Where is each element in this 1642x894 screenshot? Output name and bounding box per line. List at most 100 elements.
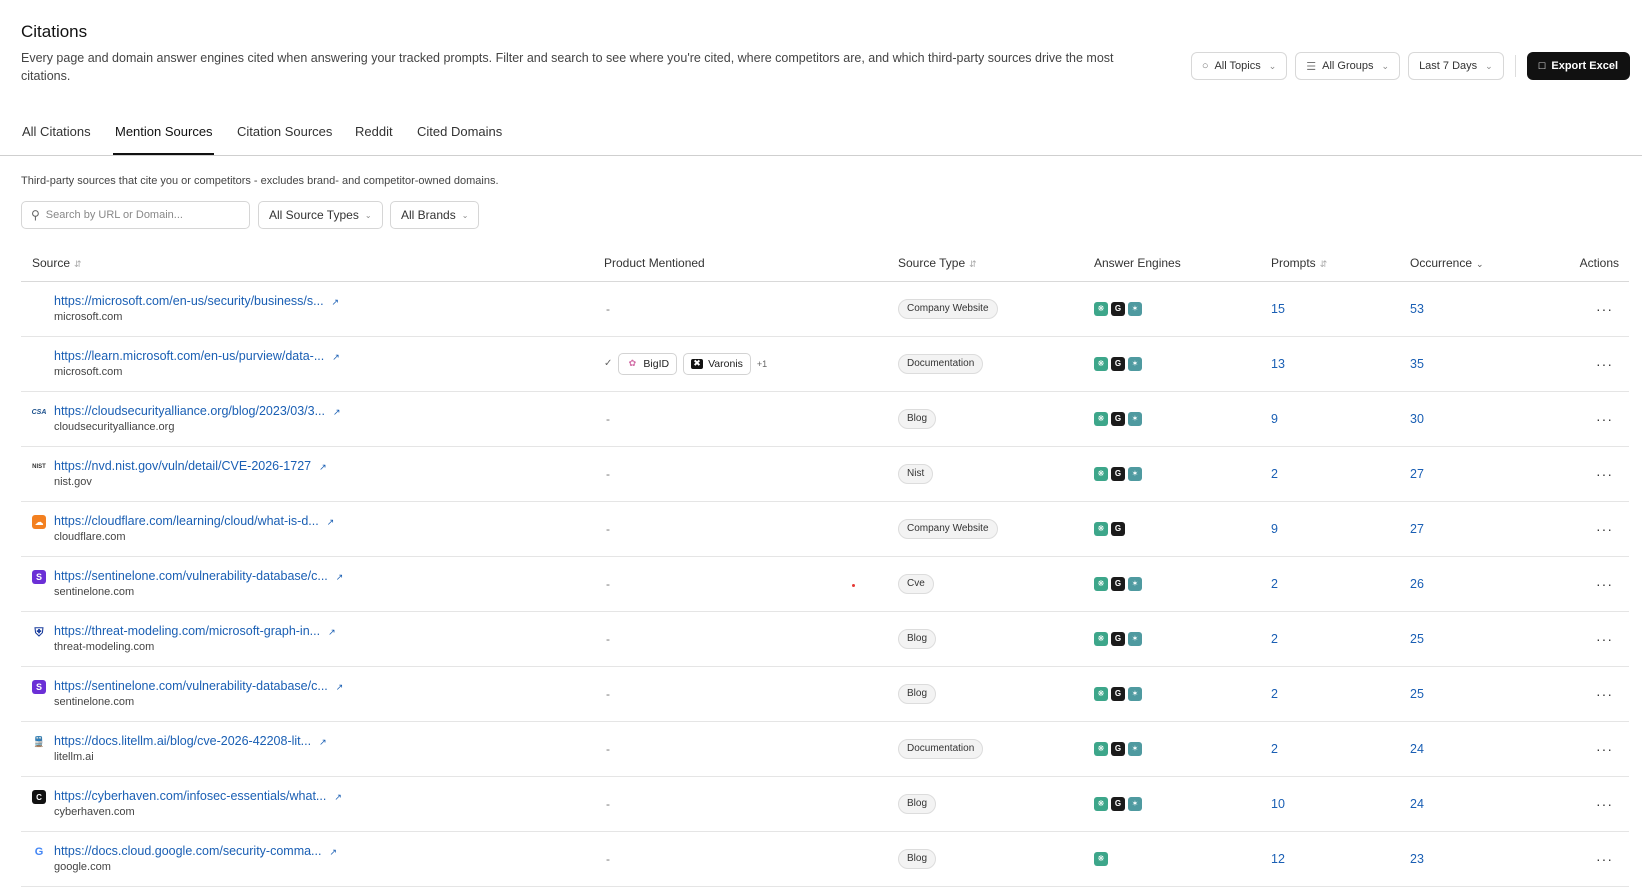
occurrence-count[interactable]: 24 <box>1410 797 1424 811</box>
source-url-link[interactable]: https://cyberhaven.com/infosec-essential… <box>54 789 342 803</box>
more-actions-icon[interactable]: ··· <box>1596 851 1613 867</box>
source-url-link[interactable]: https://threat-modeling.com/microsoft-gr… <box>54 624 336 638</box>
groups-filter[interactable]: ☰ All Groups ⌄ <box>1295 52 1401 80</box>
prompts-count[interactable]: 12 <box>1271 852 1285 866</box>
product-mentioned: - <box>606 411 610 426</box>
table-row[interactable]: ☁ https://cloudflare.com/learning/cloud/… <box>21 501 1629 557</box>
source-url-link[interactable]: https://cloudflare.com/learning/cloud/wh… <box>54 514 334 528</box>
table-row[interactable]: S https://sentinelone.com/vulnerability-… <box>21 556 1629 612</box>
tab-cited-domains[interactable]: Cited Domains <box>417 124 502 139</box>
product-mentioned: - <box>606 851 610 866</box>
column-source[interactable]: Source ⇵ <box>21 245 604 282</box>
prompts-count[interactable]: 2 <box>1271 742 1278 756</box>
prompts-count[interactable]: 9 <box>1271 412 1278 426</box>
brands-filter[interactable]: All Brands ⌄ <box>390 201 480 229</box>
source-cell: https://microsoft.com/en-us/security/bus… <box>21 294 604 323</box>
date-range-filter[interactable]: Last 7 Days ⌄ <box>1408 52 1504 80</box>
more-actions-icon[interactable]: ··· <box>1596 576 1613 592</box>
more-actions-icon[interactable]: ··· <box>1596 301 1613 317</box>
more-actions-icon[interactable]: ··· <box>1596 411 1613 427</box>
chatgpt-icon: ❋ <box>1094 521 1108 536</box>
more-actions-icon[interactable]: ··· <box>1596 686 1613 702</box>
source-type-filter[interactable]: All Source Types ⌄ <box>258 201 383 229</box>
column-source-type[interactable]: Source Type ⇵ <box>898 245 1094 282</box>
prompts-count[interactable]: 2 <box>1271 577 1278 591</box>
table-row[interactable]: ⛨ https://threat-modeling.com/microsoft-… <box>21 611 1629 667</box>
prompts-count[interactable]: 9 <box>1271 522 1278 536</box>
occurrence-count[interactable]: 30 <box>1410 412 1424 426</box>
source-url-link[interactable]: https://sentinelone.com/vulnerability-da… <box>54 569 343 583</box>
chevron-down-icon: ⌄ <box>461 210 469 220</box>
sources-table: Source ⇵ Product Mentioned Source Type ⇵ A… <box>21 245 1629 887</box>
tab-all-citations[interactable]: All Citations <box>22 124 91 139</box>
occurrence-count[interactable]: 26 <box>1410 577 1424 591</box>
topics-filter[interactable]: ○ All Topics ⌄ <box>1190 52 1288 80</box>
source-url-link[interactable]: https://docs.litellm.ai/blog/cve-2026-42… <box>54 734 327 748</box>
table-row[interactable]: G https://docs.cloud.google.com/security… <box>21 831 1629 887</box>
occurrence-count[interactable]: 27 <box>1410 522 1424 536</box>
table-row[interactable]: NIST https://nvd.nist.gov/vuln/detail/CV… <box>21 446 1629 502</box>
source-domain: cloudsecurityalliance.org <box>54 421 175 433</box>
chatgpt-icon: ❋ <box>1094 411 1108 426</box>
column-prompts[interactable]: Prompts ⇵ <box>1271 245 1410 282</box>
prompts-count[interactable]: 15 <box>1271 302 1285 316</box>
occurrence-count[interactable]: 25 <box>1410 687 1424 701</box>
prompts-count[interactable]: 2 <box>1271 632 1278 646</box>
occurrence-count[interactable]: 53 <box>1410 302 1424 316</box>
more-actions-icon[interactable]: ··· <box>1596 796 1613 812</box>
source-type-filter-label: All Source Types <box>269 208 359 222</box>
answer-engines: ❋ G ✶ <box>1094 411 1271 426</box>
answer-engines: ❋ G ✶ <box>1094 796 1271 811</box>
more-products-count[interactable]: +1 <box>757 359 767 369</box>
prompts-count[interactable]: 13 <box>1271 357 1285 371</box>
more-actions-icon[interactable]: ··· <box>1596 356 1613 372</box>
more-actions-icon[interactable]: ··· <box>1596 521 1613 537</box>
source-url-link[interactable]: https://microsoft.com/en-us/security/bus… <box>54 294 339 308</box>
product-mentioned: - <box>606 466 610 481</box>
table-row[interactable]: https://learn.microsoft.com/en-us/purvie… <box>21 336 1629 392</box>
google-ai-icon: G <box>1111 631 1125 646</box>
table-row[interactable]: C https://cyberhaven.com/infosec-essenti… <box>21 776 1629 832</box>
more-actions-icon[interactable]: ··· <box>1596 741 1613 757</box>
table-row[interactable]: CSA https://cloudsecurityalliance.org/bl… <box>21 391 1629 447</box>
source-cell: NIST https://nvd.nist.gov/vuln/detail/CV… <box>21 459 604 488</box>
csa-logo-icon: CSA <box>31 408 47 416</box>
occurrence-count[interactable]: 23 <box>1410 852 1424 866</box>
tab-citation-sources[interactable]: Citation Sources <box>237 124 332 139</box>
source-cell: S https://sentinelone.com/vulnerability-… <box>21 569 604 598</box>
table-row[interactable]: 🚆 https://docs.litellm.ai/blog/cve-2026-… <box>21 721 1629 777</box>
product-chip[interactable]: ✿ BigID <box>618 352 678 375</box>
source-url-link[interactable]: https://cloudsecurityalliance.org/blog/2… <box>54 404 341 418</box>
search-input[interactable] <box>45 209 236 221</box>
source-type-badge: Blog <box>898 683 937 704</box>
product-chip[interactable]: ✖ Varonis <box>683 352 751 375</box>
source-url-link[interactable]: https://nvd.nist.gov/vuln/detail/CVE-202… <box>54 459 327 473</box>
occurrence-count[interactable]: 35 <box>1410 357 1424 371</box>
prompts-count[interactable]: 10 <box>1271 797 1285 811</box>
export-excel-button[interactable]: □ Export Excel <box>1526 52 1630 80</box>
source-type-badge: Nist <box>898 463 934 484</box>
section-description: Third-party sources that cite you or com… <box>21 175 499 187</box>
search-box[interactable]: ⚲ <box>21 201 250 229</box>
google-ai-icon: G <box>1111 686 1125 701</box>
answer-engines: ❋ G ✶ <box>1094 741 1271 756</box>
occurrence-count[interactable]: 27 <box>1410 467 1424 481</box>
occurrence-count[interactable]: 24 <box>1410 742 1424 756</box>
external-link-icon: ↗ <box>335 682 344 692</box>
column-occurrence[interactable]: Occurrence ⌄ <box>1410 245 1530 282</box>
occurrence-count[interactable]: 25 <box>1410 632 1424 646</box>
source-url-link[interactable]: https://sentinelone.com/vulnerability-da… <box>54 679 343 693</box>
source-url-link[interactable]: https://docs.cloud.google.com/security-c… <box>54 844 337 858</box>
tab-mention-sources[interactable]: Mention Sources <box>115 124 213 139</box>
table-row[interactable]: S https://sentinelone.com/vulnerability-… <box>21 666 1629 722</box>
perplexity-icon: ✶ <box>1128 576 1142 591</box>
table-row[interactable]: https://microsoft.com/en-us/security/bus… <box>21 281 1629 337</box>
source-url-link[interactable]: https://learn.microsoft.com/en-us/purvie… <box>54 349 340 363</box>
prompts-count[interactable]: 2 <box>1271 467 1278 481</box>
brand-icon: ✖ <box>691 358 704 369</box>
tab-reddit[interactable]: Reddit <box>355 124 393 139</box>
source-domain: cyberhaven.com <box>54 806 135 818</box>
more-actions-icon[interactable]: ··· <box>1596 631 1613 647</box>
more-actions-icon[interactable]: ··· <box>1596 466 1613 482</box>
prompts-count[interactable]: 2 <box>1271 687 1278 701</box>
